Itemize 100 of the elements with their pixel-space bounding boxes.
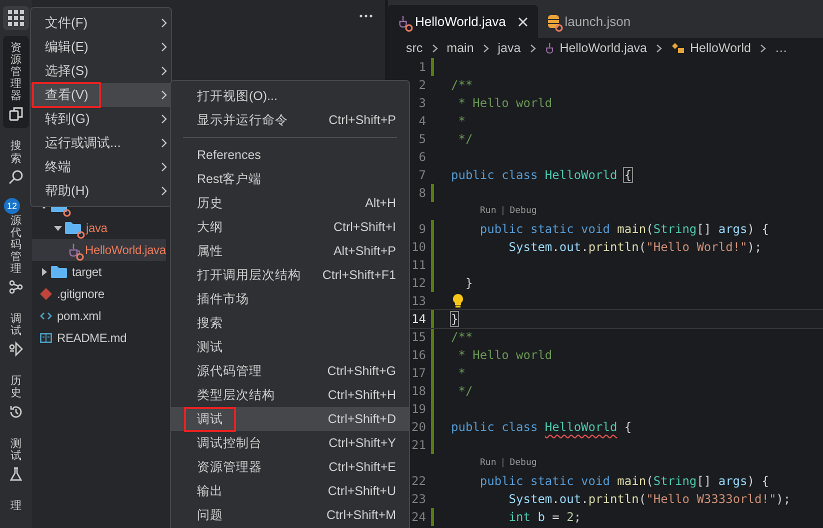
activity-item[interactable]: 历史 (3, 369, 29, 426)
line-number: 22 (410, 474, 426, 488)
menu-item[interactable]: 运行或调试... (31, 131, 171, 155)
menu-item[interactable]: 类型层次结构 Ctrl+Shift+H (171, 383, 409, 407)
tree-item[interactable]: pom.xml (32, 305, 101, 327)
menu-item[interactable]: 资源管理器 Ctrl+Shift+E (171, 455, 409, 479)
menu-item[interactable]: 测试 (171, 335, 409, 359)
activity-item[interactable]: 12 源代码管理 (3, 196, 29, 302)
line-number: 23 (410, 492, 426, 506)
file-name: target (72, 265, 102, 279)
file-name: .gitignore (57, 287, 104, 301)
chevron-icon (161, 186, 167, 196)
diamond-icon (40, 288, 52, 300)
activity-item[interactable]: 调试 (3, 307, 29, 364)
error-dot-icon (554, 24, 563, 32)
code-line: System.out.println("Hello W3333orld!"); (508, 492, 791, 506)
menu-item[interactable]: 文件(F) (31, 11, 171, 35)
code-line: /** (451, 330, 473, 344)
folder-icon (65, 221, 81, 235)
apps-grid-icon[interactable] (3, 6, 29, 30)
menu-item[interactable]: 输出 Ctrl+Shift+U (171, 479, 409, 503)
line-number: 8 (418, 186, 426, 200)
activity-item[interactable]: 理 (3, 494, 29, 518)
menu-item[interactable]: 打开视图(O)... (171, 84, 409, 108)
code-line: */ (457, 384, 473, 398)
menu-item[interactable]: 转到(G) (31, 107, 171, 131)
activity-item[interactable]: 测试 (3, 432, 29, 488)
activity-item[interactable]: 搜索 (3, 134, 29, 191)
menu-item[interactable]: References (171, 143, 409, 167)
line-number: 12 (410, 276, 426, 290)
menu-item[interactable]: 调试控制台 Ctrl+Shift+Y (171, 431, 409, 455)
breadcrumb-item[interactable]: java (498, 41, 521, 55)
debug-link[interactable]: Debug (510, 206, 537, 216)
tree-item[interactable]: HelloWorld.java (32, 239, 166, 261)
menu-item[interactable]: 搜索 (171, 311, 409, 335)
code-line: public static void main(String[] args) { (478, 222, 769, 236)
menu-item[interactable]: 历史 Alt+H (171, 191, 409, 215)
menu-item[interactable]: 显示并运行命令 Ctrl+Shift+P (171, 108, 409, 132)
more-icon[interactable] (359, 14, 373, 18)
debug-link[interactable]: Debug (510, 458, 537, 468)
tree-item[interactable]: .gitignore (32, 283, 104, 305)
breadcrumb-item[interactable]: src (406, 41, 423, 55)
tree-item[interactable]: README.md (32, 327, 127, 349)
breadcrumb-item[interactable]: … (774, 41, 788, 55)
menu-item[interactable]: 大纲 Ctrl+Shift+I (171, 215, 409, 239)
shortcut: Alt+Shift+P (333, 244, 396, 258)
run-link[interactable]: Run (480, 458, 496, 468)
lightbulb-icon[interactable] (453, 294, 463, 308)
menu-item[interactable]: 查看(V) (31, 83, 171, 107)
chevron-icon (161, 90, 167, 100)
menu-item[interactable]: 编辑(E) (31, 35, 171, 59)
editor-tab[interactable]: HelloWorld.java (388, 5, 538, 38)
flask-icon (8, 466, 24, 482)
menu-item[interactable]: 源代码管理 Ctrl+Shift+G (171, 359, 409, 383)
database-icon (548, 15, 559, 28)
line-number: 1 (418, 60, 426, 74)
activity-item[interactable]: 资源管理器 (3, 36, 29, 128)
menu-item[interactable]: Rest客户端 (171, 167, 409, 191)
chevron-icon (530, 44, 536, 52)
menu-item[interactable]: 插件市场 (171, 287, 409, 311)
line-number: 3 (418, 96, 426, 110)
menu-item[interactable]: 终端 (31, 155, 171, 179)
debug-icon (8, 341, 24, 358)
menu-item[interactable]: 调试 Ctrl+Shift+D (171, 407, 409, 431)
shortcut: Ctrl+Shift+P (328, 113, 396, 127)
file-name: java (86, 221, 108, 235)
code-icon (40, 311, 52, 321)
line-number: 5 (418, 132, 426, 146)
tree-item[interactable]: target (32, 261, 102, 283)
cup-icon (68, 243, 80, 257)
chevron-icon (161, 18, 167, 28)
menu-item[interactable]: 帮助(H) (31, 179, 171, 203)
shortcut: Alt+H (365, 196, 396, 210)
chevron-icon (161, 138, 167, 148)
breadcrumb-item[interactable]: HelloWorld (671, 41, 751, 55)
code-line: } (464, 276, 473, 290)
line-number: 13 (410, 294, 426, 308)
menu-item[interactable]: 属性 Alt+Shift+P (171, 239, 409, 263)
run-link[interactable]: Run (480, 206, 496, 216)
shortcut: Ctrl+Shift+D (328, 412, 396, 426)
error-dot-icon (405, 24, 413, 32)
shortcut: Ctrl+Shift+I (333, 220, 396, 234)
menu-item[interactable]: 选择(S) (31, 59, 171, 83)
file-name: HelloWorld.java (85, 243, 166, 257)
menu-item[interactable]: 问题 Ctrl+Shift+M (171, 503, 409, 527)
breadcrumb-item[interactable]: main (446, 41, 474, 55)
code-line: int b = 2; (508, 510, 582, 524)
code-line: /** (451, 78, 473, 92)
line-number: 11 (410, 258, 426, 272)
tree-item[interactable]: java (32, 217, 108, 239)
code-line: } (451, 312, 458, 326)
code-line: public class HelloWorld { (451, 168, 632, 182)
close-icon[interactable] (518, 16, 528, 26)
separator: | (500, 458, 506, 468)
breadcrumb-item[interactable]: HelloWorld.java (544, 41, 648, 55)
folder-icon (51, 265, 67, 279)
menu-item[interactable]: 打开调用层次结构 Ctrl+Shift+F1 (171, 263, 409, 287)
search-icon (8, 168, 24, 185)
shortcut: Ctrl+Shift+E (328, 460, 396, 474)
history-icon (8, 404, 24, 420)
